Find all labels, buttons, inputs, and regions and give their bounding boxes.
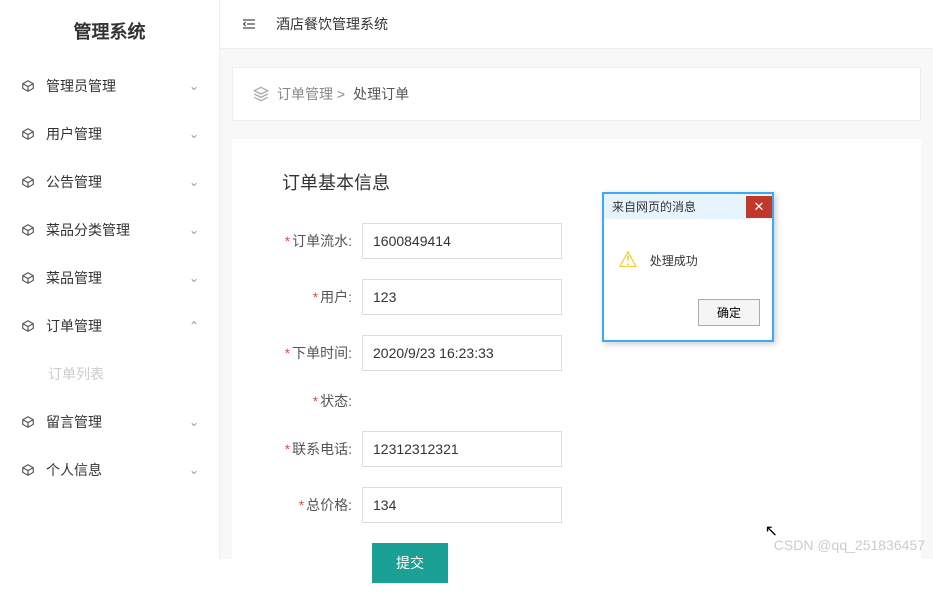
layers-icon: [253, 86, 269, 102]
sidebar-subitem-order-list[interactable]: 订单列表: [0, 350, 219, 398]
chevron-down-icon: ⌄: [189, 175, 199, 189]
sidebar-label: 公告管理: [46, 172, 189, 192]
input-phone[interactable]: [362, 431, 562, 467]
close-icon[interactable]: ✕: [746, 196, 772, 218]
ok-button[interactable]: 确定: [698, 299, 760, 326]
section-title: 订单基本信息: [272, 169, 881, 195]
menu-collapse-icon[interactable]: [240, 16, 258, 32]
sidebar-item-category[interactable]: 菜品分类管理 ⌄: [0, 206, 219, 254]
form-panel: 订单基本信息 *订单流水: *用户: *下单时间: *状态: *联系电话:: [232, 139, 921, 613]
dialog-message: 处理成功: [650, 252, 698, 269]
breadcrumb-part1: 订单管理 >: [277, 84, 345, 104]
submit-button[interactable]: 提交: [372, 543, 448, 583]
field-total: *总价格:: [272, 487, 881, 523]
sidebar-label: 个人信息: [46, 460, 189, 480]
label-status: *状态:: [272, 391, 362, 411]
breadcrumb: 订单管理 > 处理订单: [232, 67, 921, 121]
dialog-title: 来自网页的消息: [604, 194, 704, 219]
input-user[interactable]: [362, 279, 562, 315]
cube-icon: [20, 174, 36, 190]
sidebar-label: 菜品分类管理: [46, 220, 189, 240]
input-total[interactable]: [362, 487, 562, 523]
field-time: *下单时间:: [272, 335, 881, 371]
sidebar-label: 用户管理: [46, 124, 189, 144]
label-user: *用户:: [272, 287, 362, 307]
sidebar-item-dish[interactable]: 菜品管理 ⌄: [0, 254, 219, 302]
breadcrumb-part2: 处理订单: [353, 84, 409, 104]
sidebar-item-order[interactable]: 订单管理 ⌃: [0, 302, 219, 350]
chevron-down-icon: ⌄: [189, 415, 199, 429]
sidebar-item-user[interactable]: 用户管理 ⌄: [0, 110, 219, 158]
field-status: *状态:: [272, 391, 881, 411]
sidebar-label: 留言管理: [46, 412, 189, 432]
cube-icon: [20, 462, 36, 478]
chevron-down-icon: ⌄: [189, 127, 199, 141]
cube-icon: [20, 414, 36, 430]
field-phone: *联系电话:: [272, 431, 881, 467]
cube-icon: [20, 318, 36, 334]
input-order-no[interactable]: [362, 223, 562, 259]
dialog-header: 来自网页的消息 ✕: [604, 194, 772, 219]
cube-icon: [20, 222, 36, 238]
field-user: *用户:: [272, 279, 881, 315]
cube-icon: [20, 126, 36, 142]
chevron-down-icon: ⌄: [189, 79, 199, 93]
cube-icon: [20, 78, 36, 94]
sidebar-item-profile[interactable]: 个人信息 ⌄: [0, 446, 219, 494]
label-total: *总价格:: [272, 495, 362, 515]
sidebar-item-admin[interactable]: 管理员管理 ⌄: [0, 62, 219, 110]
field-order-no: *订单流水:: [272, 223, 881, 259]
chevron-down-icon: ⌄: [189, 271, 199, 285]
sidebar-label: 管理员管理: [46, 76, 189, 96]
header-title: 酒店餐饮管理系统: [276, 14, 388, 34]
chevron-down-icon: ⌄: [189, 463, 199, 477]
chevron-up-icon: ⌃: [189, 319, 199, 333]
label-time: *下单时间:: [272, 343, 362, 363]
sidebar: 管理系统 管理员管理 ⌄ 用户管理 ⌄ 公告管理 ⌄ 菜品分类管理 ⌄ 菜品管理…: [0, 0, 220, 559]
chevron-down-icon: ⌄: [189, 223, 199, 237]
warning-icon: ⚠: [618, 247, 638, 273]
app-title: 管理系统: [0, 0, 219, 62]
sidebar-label: 菜品管理: [46, 268, 189, 288]
alert-dialog: 来自网页的消息 ✕ ⚠ 处理成功 确定: [602, 192, 774, 342]
cube-icon: [20, 270, 36, 286]
dialog-footer: 确定: [604, 291, 772, 340]
main-content: 酒店餐饮管理系统 订单管理 > 处理订单 订单基本信息 *订单流水: *用户: …: [220, 0, 933, 559]
sidebar-item-message[interactable]: 留言管理 ⌄: [0, 398, 219, 446]
sidebar-label: 订单管理: [46, 316, 189, 336]
label-phone: *联系电话:: [272, 439, 362, 459]
label-order-no: *订单流水:: [272, 231, 362, 251]
sidebar-item-notice[interactable]: 公告管理 ⌄: [0, 158, 219, 206]
header: 酒店餐饮管理系统: [220, 0, 933, 49]
dialog-body: ⚠ 处理成功: [604, 219, 772, 291]
input-time[interactable]: [362, 335, 562, 371]
